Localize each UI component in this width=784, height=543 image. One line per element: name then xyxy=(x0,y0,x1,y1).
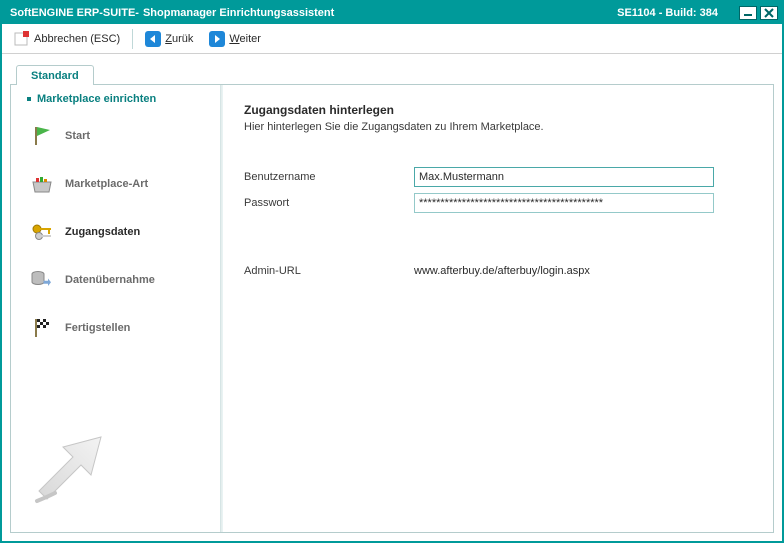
flag-green-icon xyxy=(29,123,55,149)
sidebar-heading-label: Marketplace einrichten xyxy=(37,93,156,105)
build-label: SE1104 - Build: 384 xyxy=(617,7,718,19)
bullet-icon xyxy=(27,97,31,101)
step-credentials-label: Zugangsdaten xyxy=(65,226,140,238)
keys-icon xyxy=(29,219,55,245)
password-input[interactable] xyxy=(414,193,714,213)
cancel-icon xyxy=(14,31,30,47)
step-finish-label: Fertigstellen xyxy=(65,322,130,334)
sidebar: Marketplace einrichten Start Marketplace… xyxy=(11,85,221,532)
step-start[interactable]: Start xyxy=(21,113,216,159)
close-icon xyxy=(764,8,774,18)
row-admin-url: Admin-URL www.afterbuy.de/afterbuy/login… xyxy=(244,265,751,277)
main-subheading: Hier hinterlegen Sie die Zugangsdaten zu… xyxy=(244,121,751,133)
label-password: Passwort xyxy=(244,197,414,209)
app-name: SoftENGINE ERP-SUITE xyxy=(10,7,135,19)
row-username: Benutzername xyxy=(244,167,751,187)
back-button[interactable]: Zurük xyxy=(139,28,199,50)
row-password: Passwort xyxy=(244,193,751,213)
step-data-import-label: Datenübernahme xyxy=(65,274,155,286)
database-transfer-icon xyxy=(29,267,55,293)
title-sep: - xyxy=(135,7,139,19)
username-input[interactable] xyxy=(414,167,714,187)
minimize-icon xyxy=(743,9,753,17)
toolbar: Abbrechen (ESC) Zurük Weiter xyxy=(2,24,782,54)
label-admin-url: Admin-URL xyxy=(244,265,414,277)
tabstrip: Standard xyxy=(10,60,774,84)
hint-arrow-icon xyxy=(21,409,216,524)
label-username: Benutzername xyxy=(244,171,414,183)
cancel-button[interactable]: Abbrechen (ESC) xyxy=(8,28,126,50)
wizard-steps: Start Marketplace-Art Zugangsdaten xyxy=(21,113,216,351)
step-marketplace-type[interactable]: Marketplace-Art xyxy=(21,161,216,207)
flag-checkered-icon xyxy=(29,315,55,341)
basket-icon xyxy=(29,171,55,197)
titlebar: SoftENGINE ERP-SUITE - Shopmanager Einri… xyxy=(2,2,782,24)
admin-url-link[interactable]: www.afterbuy.de/afterbuy/login.aspx xyxy=(414,265,590,277)
window-title: Shopmanager Einrichtungsassistent xyxy=(143,7,334,19)
main-content: Zugangsdaten hinterlegen Hier hinterlege… xyxy=(221,85,773,532)
step-data-import[interactable]: Datenübernahme xyxy=(21,257,216,303)
panel: Marketplace einrichten Start Marketplace… xyxy=(10,84,774,533)
toolbar-divider xyxy=(132,29,133,49)
close-button[interactable] xyxy=(760,6,778,20)
body: Standard Marketplace einrichten Start xyxy=(2,54,782,541)
arrow-right-icon xyxy=(209,31,225,47)
step-credentials[interactable]: Zugangsdaten xyxy=(21,209,216,255)
arrow-left-icon xyxy=(145,31,161,47)
cancel-label: Abbrechen (ESC) xyxy=(34,33,120,45)
tab-standard[interactable]: Standard xyxy=(16,65,94,85)
minimize-button[interactable] xyxy=(739,6,757,20)
back-label: Zurük xyxy=(165,33,193,45)
next-label: Weiter xyxy=(229,33,261,45)
step-start-label: Start xyxy=(65,130,90,142)
step-marketplace-type-label: Marketplace-Art xyxy=(65,178,148,190)
sidebar-heading: Marketplace einrichten xyxy=(21,93,216,113)
next-button[interactable]: Weiter xyxy=(203,28,267,50)
step-finish[interactable]: Fertigstellen xyxy=(21,305,216,351)
app-window: SoftENGINE ERP-SUITE - Shopmanager Einri… xyxy=(0,0,784,543)
main-heading: Zugangsdaten hinterlegen xyxy=(244,103,751,117)
